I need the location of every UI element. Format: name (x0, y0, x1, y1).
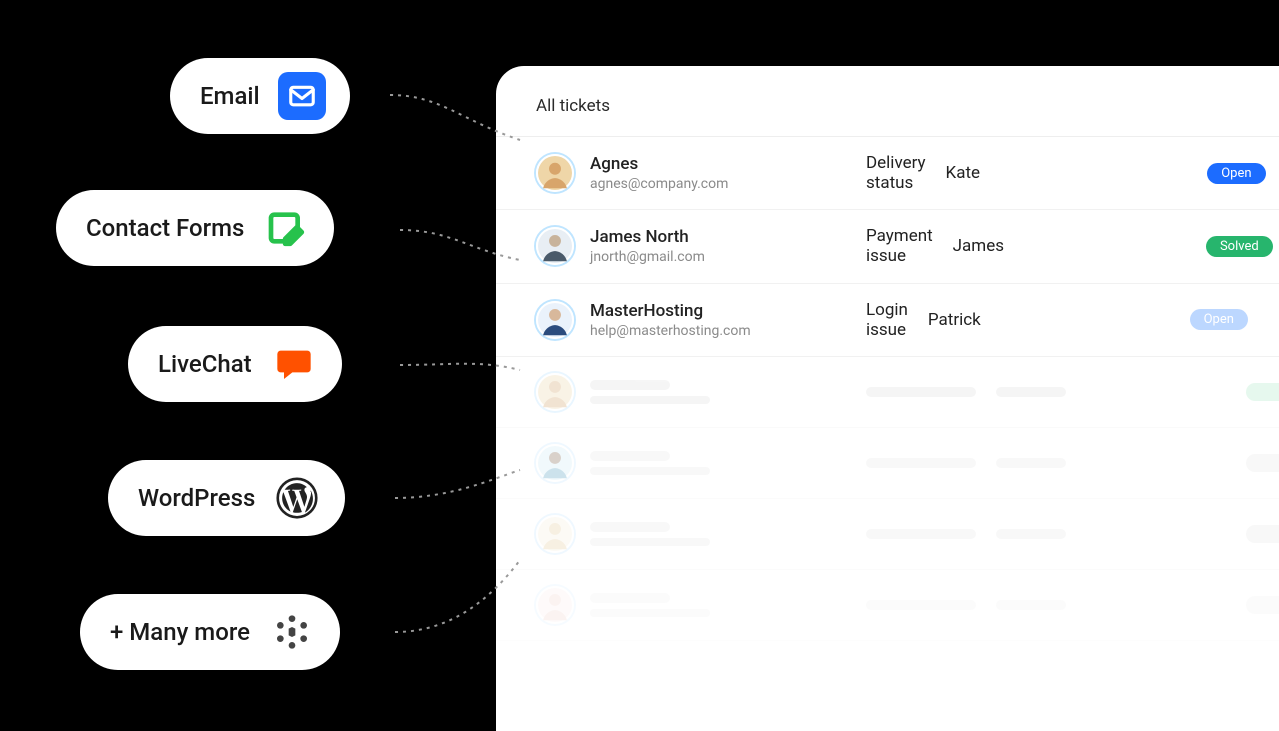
ticket-status-badge: Open (1190, 309, 1248, 330)
ticket-subject: Login issue (866, 300, 908, 340)
ticket-status-badge: Open (1207, 163, 1265, 184)
source-label: Email (200, 82, 260, 110)
ticket-row-placeholder (496, 428, 1279, 499)
source-pill-contact-forms[interactable]: Contact Forms (56, 190, 334, 266)
tickets-panel: All tickets Agnes agnes@company.com Deli… (496, 66, 1279, 731)
ticket-row-placeholder (496, 357, 1279, 428)
ticket-assignee: Kate (946, 163, 1126, 183)
avatar (536, 227, 574, 265)
sources-column: Email Contact Forms LiveChat WordPress +… (0, 0, 500, 731)
avatar (536, 154, 574, 192)
avatar (536, 586, 574, 624)
source-pill-email[interactable]: Email (170, 58, 350, 134)
ticket-status-badge: Solved (1206, 236, 1273, 257)
source-label: WordPress (138, 484, 255, 512)
ticket-assignee: Patrick (928, 310, 1108, 330)
ticket-row[interactable]: Agnes agnes@company.com Delivery status … (496, 137, 1279, 210)
panel-title: All tickets (496, 66, 1279, 137)
ticket-user-email: jnorth@gmail.com (590, 248, 705, 266)
ticket-row-placeholder (496, 570, 1279, 641)
ticket-user-name: MasterHosting (590, 300, 751, 322)
source-label: LiveChat (158, 350, 252, 378)
source-label: + Many more (110, 618, 250, 646)
wordpress-icon (273, 474, 321, 522)
ticket-user-name: James North (590, 226, 705, 248)
avatar (536, 444, 574, 482)
livechat-icon (270, 340, 318, 388)
ticket-subject: Delivery status (866, 153, 926, 193)
ticket-row[interactable]: MasterHosting help@masterhosting.com Log… (496, 284, 1279, 357)
source-label: Contact Forms (86, 214, 244, 242)
source-pill-many-more[interactable]: + Many more (80, 594, 340, 670)
source-pill-livechat[interactable]: LiveChat (128, 326, 342, 402)
email-icon (278, 72, 326, 120)
ticket-assignee: James (953, 236, 1133, 256)
ticket-user-name: Agnes (590, 153, 728, 175)
avatar (536, 515, 574, 553)
form-icon (262, 204, 310, 252)
ticket-subject: Payment issue (866, 226, 933, 266)
ticket-user-email: agnes@company.com (590, 175, 728, 193)
source-pill-wordpress[interactable]: WordPress (108, 460, 345, 536)
avatar (536, 373, 574, 411)
more-icon (268, 608, 316, 656)
ticket-row-placeholder (496, 499, 1279, 570)
avatar (536, 301, 574, 339)
ticket-row[interactable]: James North jnorth@gmail.com Payment iss… (496, 210, 1279, 283)
ticket-user-email: help@masterhosting.com (590, 322, 751, 340)
